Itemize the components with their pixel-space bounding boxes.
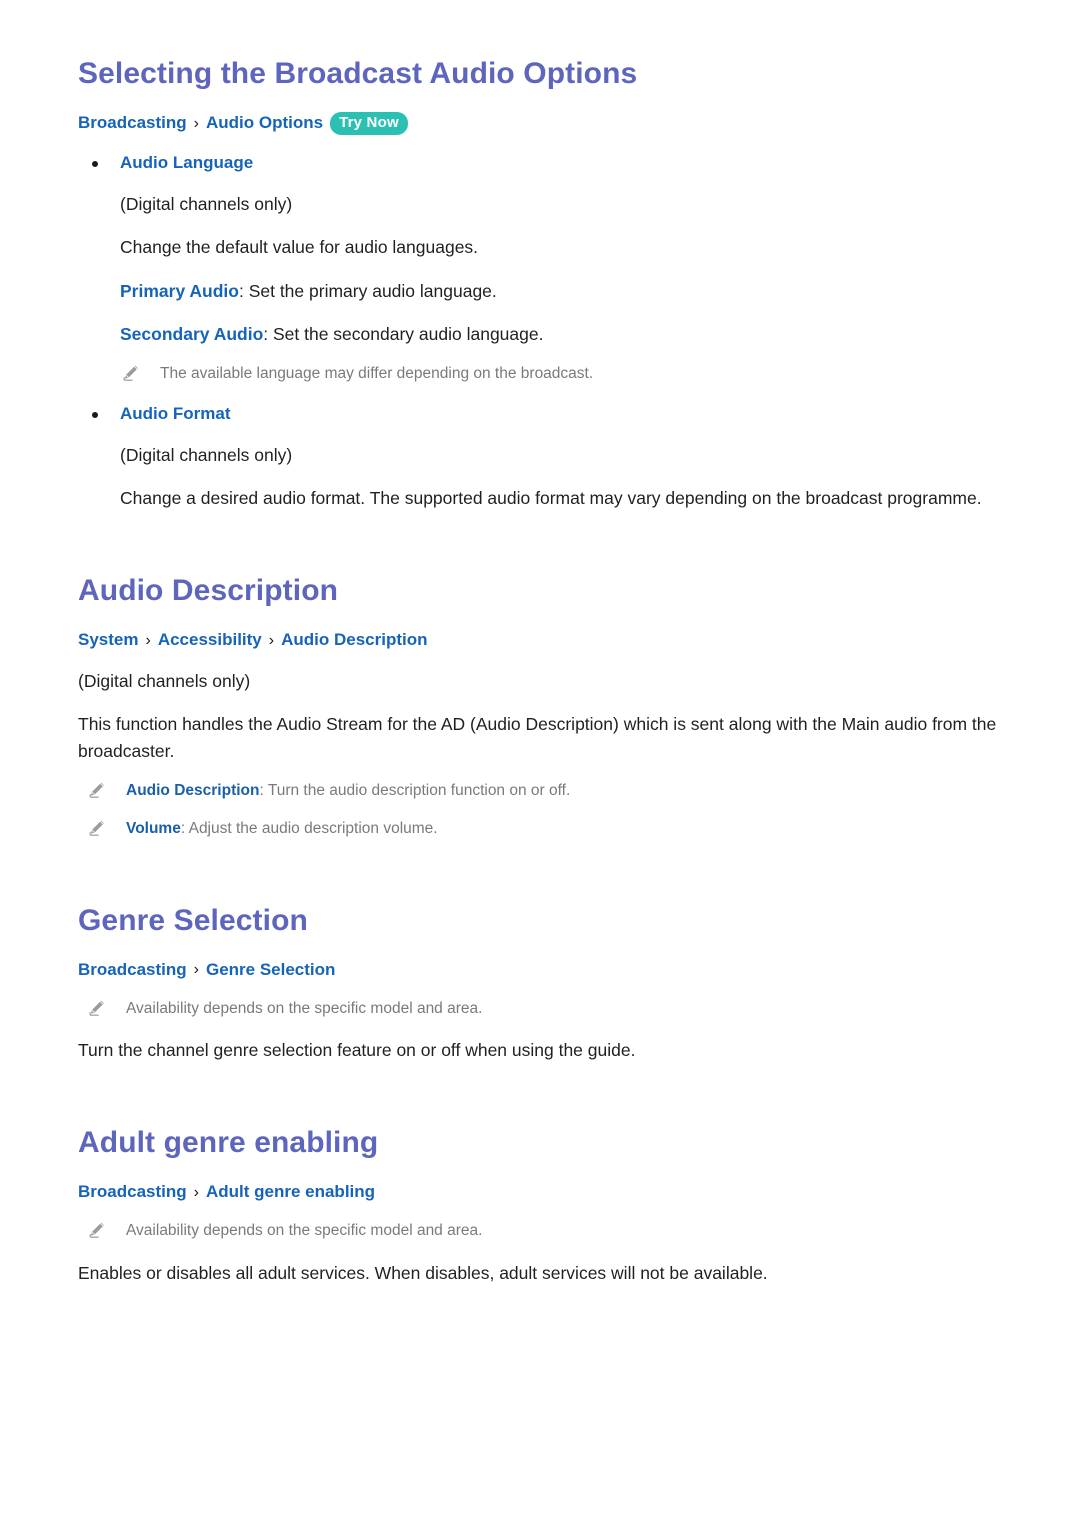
primary-audio-option: Primary Audio: Set the primary audio lan… [120, 278, 1008, 304]
pencil-icon [123, 365, 138, 381]
list-item-audio-language: Audio Language [78, 152, 1008, 174]
secondary-audio-label: Secondary Audio [120, 323, 264, 344]
list-item-label: Audio Format [120, 403, 231, 423]
breadcrumb-item-broadcasting[interactable]: Broadcasting [78, 959, 187, 982]
try-now-badge[interactable]: Try Now [330, 112, 408, 135]
breadcrumb: System › Accessibility › Audio Descripti… [78, 629, 1008, 652]
primary-audio-label: Primary Audio [120, 280, 239, 301]
pencil-icon [89, 782, 104, 798]
breadcrumb-item-broadcasting[interactable]: Broadcasting [78, 112, 187, 135]
section-broadcast-audio-options: Selecting the Broadcast Audio Options Br… [78, 56, 1008, 511]
breadcrumb-item-accessibility[interactable]: Accessibility [158, 629, 262, 652]
note-text: The available language may differ depend… [160, 365, 594, 383]
page-title: Audio Description [78, 574, 339, 608]
pencil-icon [89, 1222, 104, 1239]
note-text: Availability depends on the specific mod… [126, 1222, 483, 1240]
page-title: Selecting the Broadcast Audio Options [78, 57, 638, 90]
note-label: Audio Description [126, 781, 260, 799]
audio-language-condition: (Digital channels only) [120, 194, 293, 215]
list-item-label: Audio Language [120, 152, 254, 172]
audio-description-paragraph: This function handles the Audio Stream f… [78, 714, 997, 761]
bullet-dot-icon [92, 160, 98, 167]
chevron-right-icon: › [193, 1184, 199, 1202]
note-label: Volume [126, 820, 181, 838]
breadcrumb-item-audio-options[interactable]: Audio Options [206, 112, 323, 135]
section-adult-genre-enabling: Adult genre enabling Broadcasting › Adul… [78, 1125, 1008, 1286]
audio-format-condition: (Digital channels only) [120, 444, 293, 465]
audio-description-condition: (Digital channels only) [78, 671, 251, 692]
audio-format-description: Change a desired audio format. The suppo… [120, 487, 982, 508]
section-audio-description: Audio Description System › Accessibility… [78, 573, 1008, 841]
manual-page: Selecting the Broadcast Audio Options Br… [0, 0, 1080, 1527]
breadcrumb: Broadcasting › Genre Selection [78, 959, 1008, 982]
page-title: Adult genre enabling [78, 1126, 379, 1160]
note-audio-description-volume: Volume: Adjust the audio description vol… [78, 818, 1008, 840]
note-text: Availability depends on the specific mod… [126, 999, 483, 1017]
chevron-right-icon: › [193, 961, 199, 979]
note-genre-availability: Availability depends on the specific mod… [78, 998, 1008, 1020]
note-adult-genre-availability: Availability depends on the specific mod… [78, 1220, 1008, 1242]
breadcrumb-item-adult-genre-enabling[interactable]: Adult genre enabling [206, 1181, 375, 1204]
secondary-audio-text: : Set the secondary audio language. [263, 323, 544, 344]
breadcrumb: Broadcasting › Adult genre enabling [78, 1181, 1008, 1204]
note-audio-description-toggle: Audio Description: Turn the audio descri… [78, 780, 1008, 802]
pencil-icon [89, 820, 104, 837]
note-available-language: The available language may differ depend… [112, 363, 1008, 385]
pencil-icon [89, 1000, 104, 1016]
breadcrumb: Broadcasting › Audio Options Try Now [78, 112, 1008, 135]
note-text: : Adjust the audio description volume. [180, 820, 438, 838]
bullet-dot-icon [92, 411, 98, 418]
breadcrumb-item-broadcasting[interactable]: Broadcasting [78, 1181, 187, 1204]
chevron-right-icon: › [193, 114, 199, 132]
chevron-right-icon: › [145, 631, 151, 649]
page-content: Selecting the Broadcast Audio Options Br… [78, 56, 1008, 1286]
secondary-audio-option: Secondary Audio: Set the secondary audio… [120, 321, 1008, 347]
chevron-right-icon: › [268, 631, 275, 649]
audio-language-description: Change the default value for audio langu… [120, 237, 479, 258]
list-item-audio-format: Audio Format [78, 403, 1008, 425]
section-genre-selection: Genre Selection Broadcasting › Genre Sel… [78, 903, 1008, 1064]
breadcrumb-item-genre-selection[interactable]: Genre Selection [206, 959, 335, 982]
breadcrumb-item-audio-description[interactable]: Audio Description [281, 629, 427, 652]
breadcrumb-item-system[interactable]: System [78, 629, 138, 652]
primary-audio-text: : Set the primary audio language. [238, 280, 497, 301]
adult-genre-paragraph: Enables or disables all adult services. … [78, 1262, 768, 1283]
genre-selection-paragraph: Turn the channel genre selection feature… [78, 1040, 636, 1061]
note-text: : Turn the audio description function on… [259, 781, 571, 799]
page-title: Genre Selection [78, 903, 308, 937]
